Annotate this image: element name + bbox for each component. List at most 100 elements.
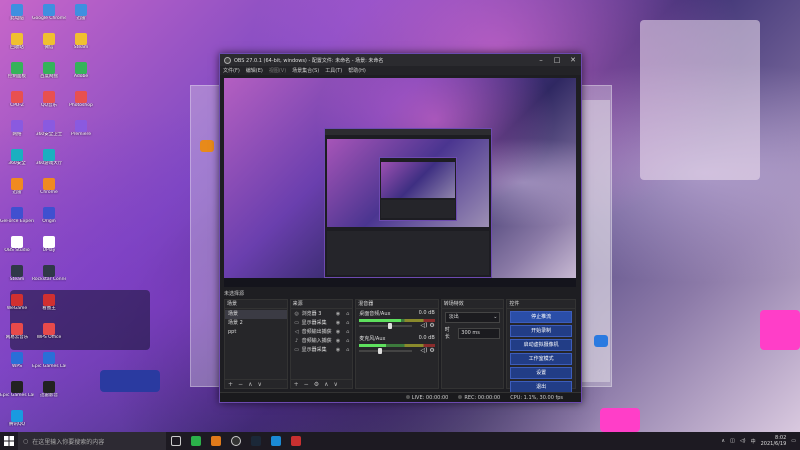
add-icon[interactable]: + (228, 381, 233, 388)
obs-preview[interactable] (224, 78, 576, 287)
desktop-icon[interactable]: 360安全卫士 (32, 120, 66, 150)
lock-icon[interactable]: ⌂ (346, 310, 349, 319)
scene-item[interactable]: 场景 (225, 310, 287, 319)
control-button[interactable]: 设置 (510, 367, 572, 379)
up-icon[interactable]: ∧ (248, 381, 252, 388)
desktop-icon[interactable]: 迅雷 (0, 178, 34, 208)
app2-icon[interactable] (286, 432, 306, 450)
app-icon[interactable] (206, 432, 226, 450)
source-item[interactable]: ◎ 浏览器 3 ◉ ⌂ (291, 310, 353, 319)
desktop-icon[interactable]: 百度网盘 (32, 62, 66, 92)
desktop-icon[interactable]: 网络 (0, 120, 34, 150)
orange-app-button[interactable] (200, 140, 214, 152)
desktop-icon[interactable]: WPS (0, 352, 34, 382)
volume-slider[interactable] (359, 348, 413, 354)
lock-icon[interactable]: ⌂ (346, 319, 349, 328)
input-lang[interactable]: 中 (751, 438, 756, 445)
notification-icon[interactable]: ▭ (791, 438, 796, 444)
source-item[interactable]: ♪ 音频输入捕获 ◉ ⌂ (291, 337, 353, 346)
blue-app-button[interactable] (594, 335, 608, 347)
up-icon[interactable]: ∧ (324, 381, 328, 388)
desktop-icon[interactable]: 回收站 (0, 33, 34, 63)
remove-icon[interactable]: − (304, 381, 309, 388)
desktop-icon[interactable]: Origin (32, 207, 66, 237)
scene-item[interactable]: ppt (225, 328, 287, 337)
add-icon[interactable]: + (294, 381, 299, 388)
eye-icon[interactable]: ◉ (336, 319, 340, 328)
desktop-icon[interactable]: Epic Games Launcher (0, 381, 34, 411)
maximize-icon[interactable]: □ (549, 54, 565, 66)
obs-icon[interactable] (226, 432, 246, 450)
control-button[interactable]: 启动虚拟摄像机 (510, 339, 572, 351)
desktop-icon[interactable]: OBS Studio (0, 236, 34, 266)
source-item[interactable]: ▭ 显示器采集 ◉ ⌂ (291, 319, 353, 328)
menu-item[interactable]: 工具(T) (325, 67, 342, 74)
desktop-icon[interactable]: Premiere (64, 120, 98, 150)
menu-item[interactable]: 帮助(H) (348, 67, 366, 74)
speaker-icon[interactable]: ◁) (420, 322, 427, 329)
desktop-icon[interactable]: 微信 (32, 33, 66, 63)
desktop-icon[interactable]: Steam (0, 265, 34, 295)
wechat-icon[interactable] (186, 432, 206, 450)
source-item[interactable]: ▭ 显示器采集 ◉ ⌂ (291, 346, 353, 355)
remove-icon[interactable]: − (238, 381, 243, 388)
eye-icon[interactable]: ◉ (336, 310, 340, 319)
down-icon[interactable]: ∨ (257, 381, 261, 388)
desktop-icon[interactable]: Rockstar Connect (32, 265, 66, 295)
desktop-icon[interactable]: 迅雷影音 (32, 381, 66, 411)
desktop-icon[interactable]: Adobe (64, 62, 98, 92)
close-icon[interactable]: ✕ (565, 54, 581, 66)
chevron-up-icon[interactable]: ∧ (721, 438, 725, 444)
scene-item[interactable]: 场景 2 (225, 319, 287, 328)
desktop-icon[interactable]: WeGame (0, 294, 34, 324)
minimize-icon[interactable]: – (533, 54, 549, 66)
desktop-icon[interactable]: 看图王 (32, 294, 66, 324)
desktop-icon[interactable]: 360安全 (0, 149, 34, 179)
desktop-icon[interactable]: Steam (64, 33, 98, 63)
menu-item[interactable]: 视图(V) (269, 67, 286, 74)
desktop-icon[interactable]: Chrome (32, 178, 66, 208)
desktop-icon[interactable]: 迅雷 (64, 4, 98, 34)
desktop-icon[interactable]: CPU-Z (0, 91, 34, 121)
menu-item[interactable]: 编辑(E) (246, 67, 263, 74)
desktop-icon[interactable]: Google Chrome (32, 4, 66, 34)
volume-slider[interactable] (359, 323, 413, 329)
control-button[interactable]: 停止推流 (510, 311, 572, 323)
desktop-icon[interactable]: 360游戏大厅 (32, 149, 66, 179)
steam-icon[interactable] (246, 432, 266, 450)
desktop-icon[interactable]: UPlay (32, 236, 66, 266)
desktop-icon[interactable]: QQ音乐 (32, 91, 66, 121)
desktop-icon[interactable]: GeForce Experience (0, 207, 34, 237)
lock-icon[interactable]: ⌂ (346, 346, 349, 355)
gear-icon[interactable]: ⚙ (429, 347, 434, 354)
desktop-icon[interactable]: Epic Games Launcher (32, 352, 66, 382)
desktop-icon[interactable]: 网易云音乐 (0, 323, 34, 353)
desktop-icon[interactable]: 此电脑 (0, 4, 34, 34)
desktop-icon[interactable]: WPS Office (32, 323, 66, 353)
volume-icon[interactable]: ◁) (740, 438, 746, 444)
source-item[interactable]: ◁ 音频输出捕获 ◉ ⌂ (291, 328, 353, 337)
duration-input[interactable]: 300 ms (458, 327, 501, 339)
control-button[interactable]: 开始录制 (510, 325, 572, 337)
edge-icon[interactable] (266, 432, 286, 450)
transition-select[interactable]: 淡出 ⌄ (444, 312, 501, 323)
eye-icon[interactable]: ◉ (336, 328, 340, 337)
desktop-icon[interactable]: Photoshop (64, 91, 98, 121)
lock-icon[interactable]: ⌂ (346, 337, 349, 346)
eye-icon[interactable]: ◉ (336, 346, 340, 355)
start-button[interactable] (0, 432, 18, 450)
task-view-icon[interactable] (166, 432, 186, 450)
taskbar-search[interactable]: ○ 在这里输入你要搜索的内容 (18, 432, 166, 450)
menu-item[interactable]: 文件(F) (223, 67, 240, 74)
speaker-icon[interactable]: ◁) (420, 347, 427, 354)
gear-icon[interactable]: ⚙ (429, 322, 434, 329)
menu-item[interactable]: 场景集合(S) (292, 67, 319, 74)
network-icon[interactable]: ◫ (730, 438, 735, 444)
eye-icon[interactable]: ◉ (336, 337, 340, 346)
settings-icon[interactable]: ⚙ (314, 381, 319, 388)
clock[interactable]: 8:02 2021/6/19 (761, 435, 787, 447)
control-button[interactable]: 工作室模式 (510, 353, 572, 365)
down-icon[interactable]: ∨ (333, 381, 337, 388)
desktop-icon[interactable]: 控制面板 (0, 62, 34, 92)
lock-icon[interactable]: ⌂ (346, 328, 349, 337)
